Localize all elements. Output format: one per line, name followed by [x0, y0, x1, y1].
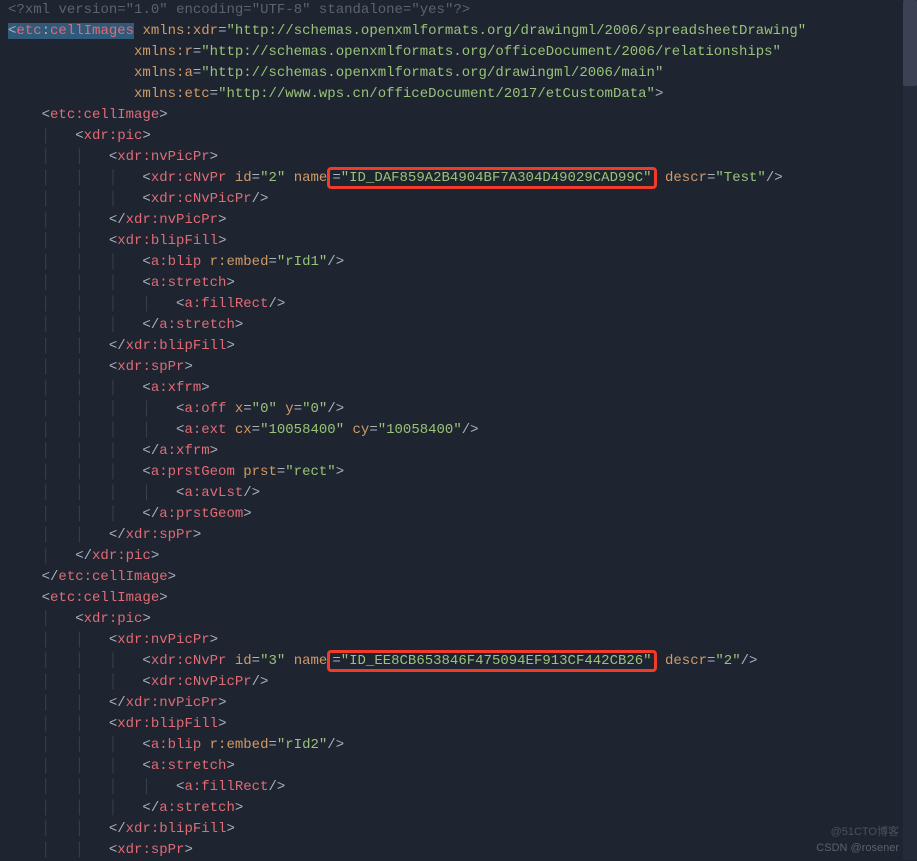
cellimage-open: etc:cellImage [50, 107, 159, 123]
vertical-scrollbar[interactable] [903, 0, 917, 860]
highlight-box-1: ="ID_DAF859A2B4904BF7A304D49029CAD99C" [327, 167, 656, 189]
watermark-1: @51CTO博客 [831, 824, 899, 841]
code-editor: <?xml version="1.0" encoding="UTF-8" sta… [0, 0, 917, 861]
highlight-box-2: ="ID_EE8CB653846F475094EF913CF442CB26" [327, 650, 656, 672]
root-tag: cellImages [50, 23, 134, 39]
xml-tag: xml [25, 2, 50, 18]
scrollbar-thumb[interactable] [903, 0, 917, 86]
watermark-2: CSDN @rosener [816, 840, 899, 857]
cellimage-open-2: etc:cellImage [50, 590, 159, 606]
xml-decl-prefix: <? [8, 2, 25, 18]
root-ns: etc [16, 23, 41, 39]
code-block: <?xml version="1.0" encoding="UTF-8" sta… [8, 0, 901, 861]
